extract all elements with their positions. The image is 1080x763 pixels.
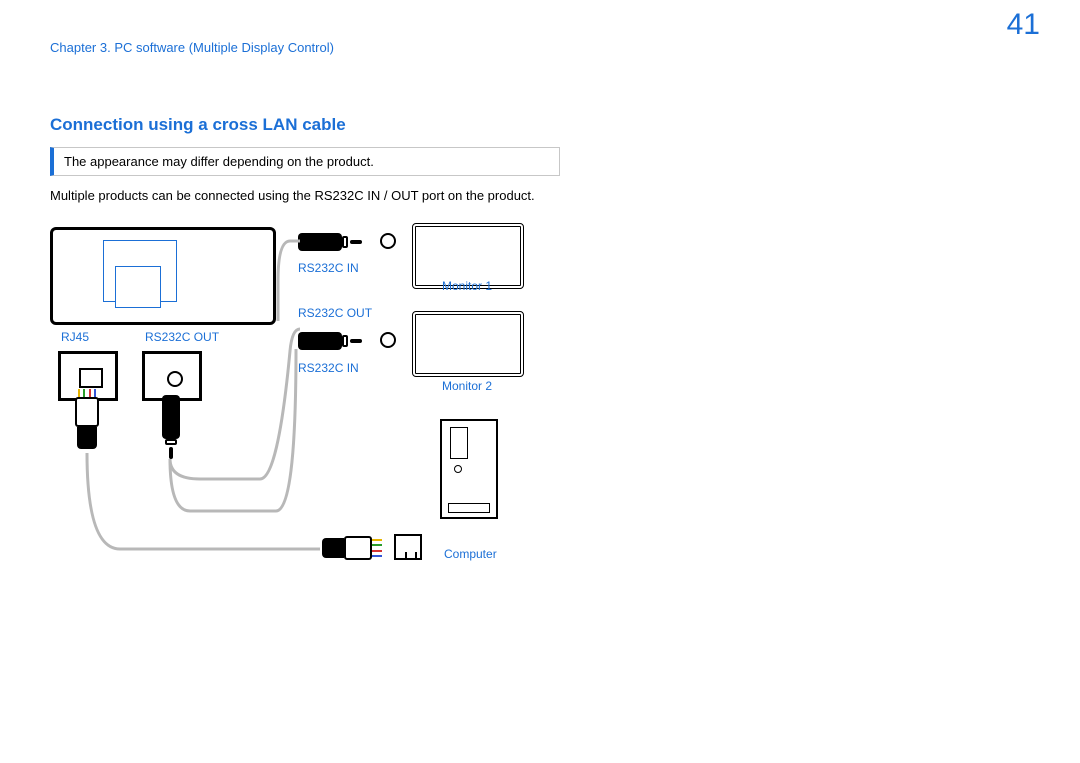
page-number: 41: [1007, 8, 1040, 42]
serial-plug-top-icon: [298, 227, 362, 257]
monitor1-label: Monitor 1: [442, 279, 492, 293]
section-heading: Connection using a cross LAN cable: [50, 115, 1030, 135]
rs232c-in-bottom-label: RS232C IN: [298, 361, 359, 375]
rs232c-out-cable-label: RS232C OUT: [298, 306, 372, 320]
note-callout: The appearance may differ depending on t…: [50, 147, 560, 176]
serial-port-bottom-icon: [380, 332, 396, 348]
rs232c-out-label: RS232C OUT: [145, 330, 219, 344]
computer-label: Computer: [444, 547, 497, 561]
monitor2-label: Monitor 2: [442, 379, 492, 393]
display-rear-icon: [50, 227, 276, 325]
computer-icon: [440, 419, 498, 519]
audio-jack-plug-icon: [156, 395, 186, 459]
ethernet-plug-right-icon: [322, 533, 382, 563]
chapter-title: Chapter 3. PC software (Multiple Display…: [50, 40, 1030, 55]
ethernet-socket-icon: [394, 534, 422, 560]
page-root: Chapter 3. PC software (Multiple Display…: [0, 0, 1080, 763]
serial-port-top-icon: [380, 233, 396, 249]
rj45-label: RJ45: [61, 330, 89, 344]
ethernet-plug-icon: [72, 391, 102, 451]
note-text: The appearance may differ depending on t…: [64, 154, 374, 169]
serial-plug-bottom-icon: [298, 326, 362, 356]
monitor2-icon: [412, 311, 524, 377]
rs232c-in-top-label: RS232C IN: [298, 261, 359, 275]
connection-diagram: RJ45 RS232C OUT RS232C IN RS232C OUT RS2…: [50, 221, 570, 591]
rs232c-out-port-icon: RS232C OUT: [142, 351, 202, 401]
body-paragraph: Multiple products can be connected using…: [50, 188, 1030, 203]
